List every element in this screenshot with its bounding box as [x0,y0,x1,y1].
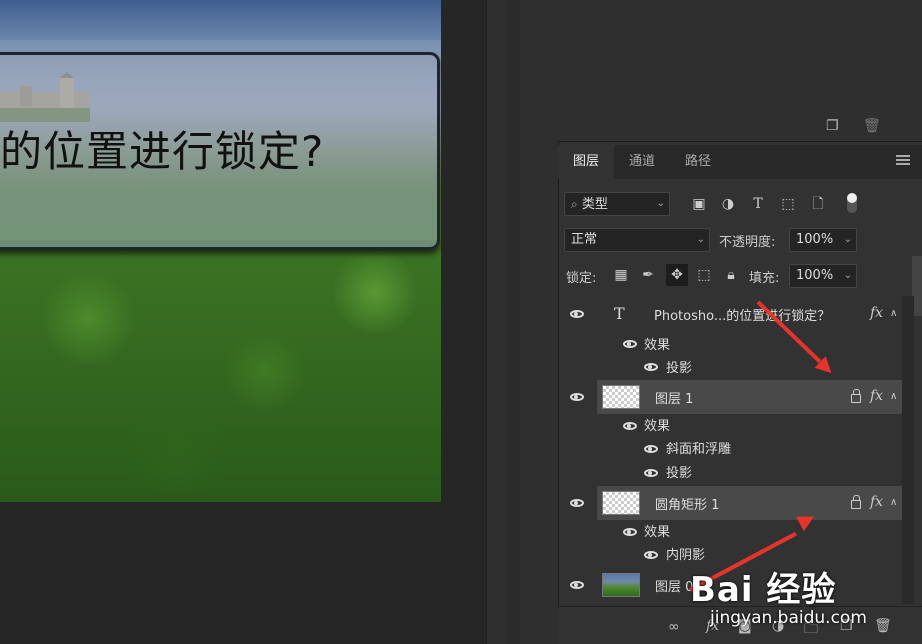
layer-thumbnail [602,385,640,409]
visibility-eye-icon[interactable] [570,393,584,401]
fill-field[interactable]: 100% ⌄ [789,264,857,288]
lock-icon [851,389,861,403]
layer-row-rounded-rect[interactable]: 圆角矩形 1 fx ∧ [560,486,902,520]
opacity-field[interactable]: 100% ⌄ [789,228,857,252]
filter-toggle[interactable] [847,193,857,213]
effect-row[interactable]: 投影 [560,460,902,484]
lock-artboard-icon[interactable]: ⬚ [695,266,713,284]
effects-row[interactable]: 效果 [560,414,902,436]
text-layer-icon: T [614,304,625,323]
effects-row[interactable]: 效果 [560,520,902,542]
smart-object-filter-icon[interactable]: 🗋︎ [809,195,827,213]
blend-mode-value: 正常 [571,232,598,247]
lock-pixels-brush-icon[interactable]: ✒︎ [639,266,657,284]
lock-label: 锁定: [566,271,597,286]
fx-icon[interactable]: fx [870,305,883,321]
search-icon: ⌕ [571,197,578,211]
visibility-eye-icon[interactable] [570,310,584,318]
visibility-eye-icon[interactable] [623,422,637,430]
watermark-brand: Bai 经验 [690,570,837,610]
filter-kind-label: 类型 [581,197,608,212]
layer-row-layer1[interactable]: 图层 1 fx ∧ [560,380,902,414]
forest-region [0,240,441,502]
panel-tabs: 图层 通道 路径 [558,145,922,179]
collapse-caret-icon[interactable]: ∧ [890,308,897,319]
effect-row[interactable]: 投影 [560,354,902,378]
opacity-value: 100% [796,232,834,247]
lock-icon [851,495,861,509]
panel-gutter [486,0,558,644]
new-page-icon[interactable]: ❐ [826,118,839,134]
effects-label: 效果 [644,525,671,540]
visibility-eye-icon[interactable] [644,445,658,453]
visibility-eye-icon[interactable] [644,551,658,559]
layer-name: Photosho...的位置进行锁定？ [654,309,831,324]
effect-row[interactable]: 斜面和浮雕 [560,436,902,460]
panel-gutter-strip [506,0,520,644]
link-layers-icon[interactable]: ∞ [668,619,680,635]
visibility-eye-icon[interactable] [570,499,584,507]
effects-label: 效果 [644,419,671,434]
filter-toggle-knob [847,193,857,203]
pixel-filter-icon[interactable]: ▣ [690,195,708,213]
chevron-down-icon: ⌄ [843,270,852,281]
trash-icon[interactable]: 🗑︎ [863,118,881,134]
sky-region [0,0,441,40]
effect-name: 斜面和浮雕 [666,442,732,457]
fill-value: 100% [796,268,834,283]
layer-name: 圆角矩形 1 [655,498,720,513]
layers-scrollbar[interactable] [902,296,914,604]
lock-position-move-icon[interactable]: ✥ [666,264,688,286]
tab-layers[interactable]: 图层 [558,145,614,179]
visibility-eye-icon[interactable] [570,581,584,589]
document-image: 的位置进行锁定? [0,0,441,502]
effects-row[interactable]: 效果 [560,332,902,354]
banner-text: 的位置进行锁定? [0,127,325,176]
effect-name: 投影 [666,361,693,376]
visibility-eye-icon[interactable] [623,340,637,348]
fx-icon[interactable]: fx [870,388,883,404]
collapse-caret-icon[interactable]: ∧ [890,497,897,508]
chevron-down-icon: ⌄ [656,198,665,209]
tab-paths[interactable]: 路径 [670,145,726,179]
lock-all-icon[interactable]: 🔒︎ [722,266,740,284]
visibility-eye-icon[interactable] [644,469,658,477]
collapse-caret-icon[interactable]: ∧ [890,391,897,402]
layer-name: 图层 1 [655,392,694,407]
baidu-jingyan-watermark: Bai 经验 jingyan.baidu.com [680,560,920,644]
document-canvas[interactable]: 的位置进行锁定? [0,0,486,644]
lock-transparent-icon[interactable]: ▦ [612,266,630,284]
layer-filter-select[interactable]: ⌕ 类型 ⌄ [564,192,670,216]
tab-channels[interactable]: 通道 [614,145,670,179]
blend-mode-select[interactable]: 正常 ⌄ [564,228,710,252]
layer-thumbnail [602,573,640,597]
layer-thumbnail [602,491,640,515]
fx-icon[interactable]: fx [870,494,883,510]
visibility-eye-icon[interactable] [644,363,658,371]
effects-label: 效果 [644,338,671,353]
adjustment-filter-icon[interactable]: ◑ [719,195,737,213]
type-filter-icon[interactable]: T [749,195,767,213]
panel-menu-icon[interactable] [896,155,910,167]
watermark-url: jingyan.baidu.com [710,608,867,628]
chevron-down-icon: ⌄ [696,234,705,245]
shape-filter-icon[interactable]: ⬚ [779,195,797,213]
effect-name: 投影 [666,466,693,481]
visibility-eye-icon[interactable] [623,528,637,536]
fill-label: 填充: [749,271,780,286]
chevron-down-icon: ⌄ [843,234,852,245]
opacity-label: 不透明度: [719,235,776,250]
upper-panel: ❐ 🗑︎ [558,0,922,142]
layer-row-text[interactable]: T Photosho...的位置进行锁定？ fx ∧ [560,296,902,332]
